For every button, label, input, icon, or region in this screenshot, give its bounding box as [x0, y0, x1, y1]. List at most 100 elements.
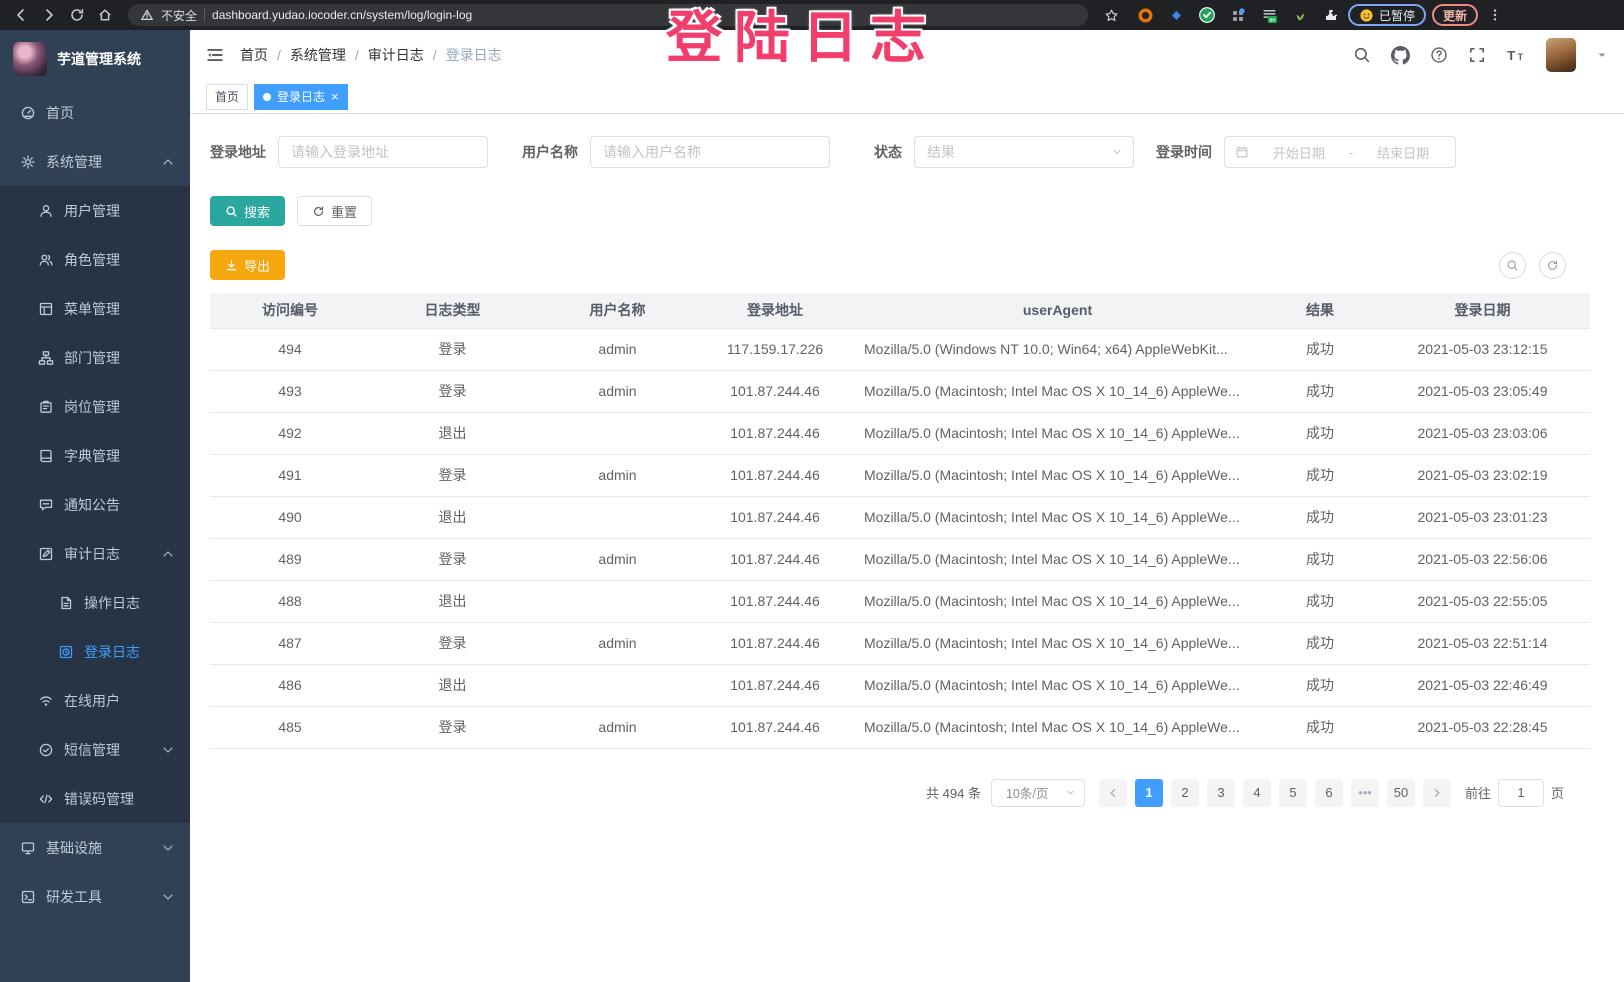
tag-登录日志[interactable]: 登录日志× — [254, 84, 348, 110]
prev-page-button[interactable] — [1099, 779, 1127, 807]
extension-grid-icon[interactable] — [1227, 4, 1249, 26]
sidebar: 芋道管理系统 首页系统管理用户管理角色管理菜单管理部门管理岗位管理字典管理通知公… — [0, 30, 190, 982]
filter-actions: 搜索 重置 — [210, 196, 1606, 226]
page-button-4[interactable]: 4 — [1243, 779, 1271, 807]
profile-paused-badge[interactable]: 已暂停 — [1348, 4, 1426, 26]
page-button-50[interactable]: 50 — [1387, 779, 1415, 807]
fullscreen-icon[interactable] — [1468, 46, 1486, 64]
goto-page-input[interactable] — [1498, 779, 1544, 807]
breadcrumb-item[interactable]: 系统管理 — [290, 45, 346, 65]
sidebar-item-menus[interactable]: 菜单管理 — [0, 284, 190, 333]
table-row: 492退出101.87.244.46Mozilla/5.0 (Macintosh… — [210, 412, 1590, 454]
sidebar-item-dicts[interactable]: 字典管理 — [0, 431, 190, 480]
table-row: 491登录admin101.87.244.46Mozilla/5.0 (Maci… — [210, 454, 1590, 496]
svg-text:T: T — [1518, 52, 1524, 62]
reset-button-label: 重置 — [331, 202, 357, 221]
browser-reload-icon[interactable] — [66, 4, 88, 26]
sidebar-item-depts[interactable]: 部门管理 — [0, 333, 190, 382]
login-address-input[interactable] — [278, 136, 488, 168]
bookmark-star-icon[interactable] — [1100, 4, 1122, 26]
start-date-placeholder: 开始日期 — [1257, 143, 1341, 162]
sidebar-item-error-codes[interactable]: 错误码管理 — [0, 774, 190, 823]
sidebar-item-system[interactable]: 系统管理 — [0, 137, 190, 186]
breadcrumb-item[interactable]: 审计日志 — [368, 45, 424, 65]
menu-tree-icon — [38, 301, 54, 317]
paused-label: 已暂停 — [1379, 7, 1415, 24]
navbar-actions: TT — [1353, 38, 1608, 72]
sidebar-item-users[interactable]: 用户管理 — [0, 186, 190, 235]
page-button-6[interactable]: 6 — [1315, 779, 1343, 807]
avatar[interactable] — [1546, 38, 1576, 72]
sidebar-item-operate-log[interactable]: 操作日志 — [0, 578, 190, 627]
reset-button[interactable]: 重置 — [297, 196, 372, 226]
sidebar-item-infra[interactable]: 基础设施 — [0, 823, 190, 872]
extension-green-check-icon[interactable] — [1196, 4, 1218, 26]
next-page-button[interactable] — [1423, 779, 1451, 807]
export-button[interactable]: 导出 — [210, 250, 285, 280]
page-button-5[interactable]: 5 — [1279, 779, 1307, 807]
page-button-2[interactable]: 2 — [1171, 779, 1199, 807]
total-count: 共 494 条 — [926, 783, 981, 802]
table-cell: 成功 — [1265, 454, 1375, 496]
sidebar-item-roles[interactable]: 角色管理 — [0, 235, 190, 284]
toggle-search-circle-button[interactable] — [1499, 252, 1526, 279]
sidebar-item-sms[interactable]: 短信管理 — [0, 725, 190, 774]
login-time-range-picker[interactable]: 开始日期 - 结束日期 — [1224, 136, 1456, 168]
extension-sprout-icon[interactable] — [1289, 4, 1311, 26]
refresh-circle-button[interactable] — [1539, 252, 1566, 279]
table-cell: admin — [535, 622, 700, 664]
header-search-icon[interactable] — [1353, 46, 1371, 64]
browser-home-icon[interactable] — [94, 4, 116, 26]
table-cell: 2021-05-03 22:28:45 — [1375, 706, 1590, 748]
close-icon[interactable]: × — [331, 90, 339, 103]
extension-tabs-on-icon[interactable]: on — [1258, 4, 1280, 26]
hamburger-icon[interactable] — [206, 46, 224, 64]
sidebar-logo[interactable]: 芋道管理系统 — [0, 30, 190, 88]
screen: 不安全 dashboard.yudao.iocoder.cn/system/lo… — [0, 0, 1624, 982]
browser-back-icon[interactable] — [10, 4, 32, 26]
table-cell: 101.87.244.46 — [700, 496, 850, 538]
sidebar-item-posts[interactable]: 岗位管理 — [0, 382, 190, 431]
breadcrumb-item[interactable]: 首页 — [240, 45, 268, 65]
table-cell: 2021-05-03 22:55:05 — [1375, 580, 1590, 622]
page-size-select[interactable]: 10条/页 — [991, 779, 1085, 807]
extensions-puzzle-icon[interactable] — [1320, 4, 1342, 26]
user-icon — [38, 203, 54, 219]
username-input[interactable] — [590, 136, 830, 168]
sidebar-item-login-log[interactable]: 登录日志 — [0, 627, 190, 676]
table-cell: 494 — [210, 328, 370, 370]
table-cell: 101.87.244.46 — [700, 622, 850, 664]
help-question-icon[interactable] — [1430, 46, 1448, 64]
table-cell: Mozilla/5.0 (Macintosh; Intel Mac OS X 1… — [850, 496, 1265, 538]
tag-首页[interactable]: 首页 — [206, 84, 248, 110]
browser-forward-icon[interactable] — [38, 4, 60, 26]
github-icon[interactable] — [1391, 46, 1410, 65]
avatar-caret-down-icon[interactable] — [1596, 49, 1608, 61]
table-cell: 2021-05-03 22:56:06 — [1375, 538, 1590, 580]
page-button-3[interactable]: 3 — [1207, 779, 1235, 807]
extension-blue-diamond-icon[interactable] — [1165, 4, 1187, 26]
browser-menu-kebab-icon[interactable] — [1484, 4, 1506, 26]
extension-orange-icon[interactable] — [1134, 4, 1156, 26]
status-select-placeholder: 结果 — [927, 142, 955, 162]
sidebar-item-audit-log[interactable]: 审计日志 — [0, 529, 190, 578]
font-size-icon[interactable]: TT — [1506, 46, 1526, 64]
column-header: userAgent — [850, 293, 1265, 328]
status-select[interactable]: 结果 — [914, 136, 1134, 168]
breadcrumb-separator: / — [277, 47, 281, 63]
sidebar-item-online-users[interactable]: 在线用户 — [0, 676, 190, 725]
column-header: 登录地址 — [700, 293, 850, 328]
sidebar-item-notices[interactable]: 通知公告 — [0, 480, 190, 529]
address-bar[interactable]: 不安全 dashboard.yudao.iocoder.cn/system/lo… — [128, 4, 1088, 26]
table-cell: 117.159.17.226 — [700, 328, 850, 370]
roles-icon — [38, 252, 54, 268]
sidebar-item-devtools[interactable]: 研发工具 — [0, 872, 190, 921]
sidebar-item-label: 研发工具 — [46, 887, 102, 907]
search-button[interactable]: 搜索 — [210, 196, 285, 226]
sidebar-item-home[interactable]: 首页 — [0, 88, 190, 137]
search-button-label: 搜索 — [244, 202, 270, 221]
pager-ellipsis[interactable]: ••• — [1351, 779, 1379, 807]
browser-update-button[interactable]: 更新 — [1432, 4, 1478, 26]
username-label: 用户名称 — [522, 142, 578, 162]
page-button-1[interactable]: 1 — [1135, 779, 1163, 807]
